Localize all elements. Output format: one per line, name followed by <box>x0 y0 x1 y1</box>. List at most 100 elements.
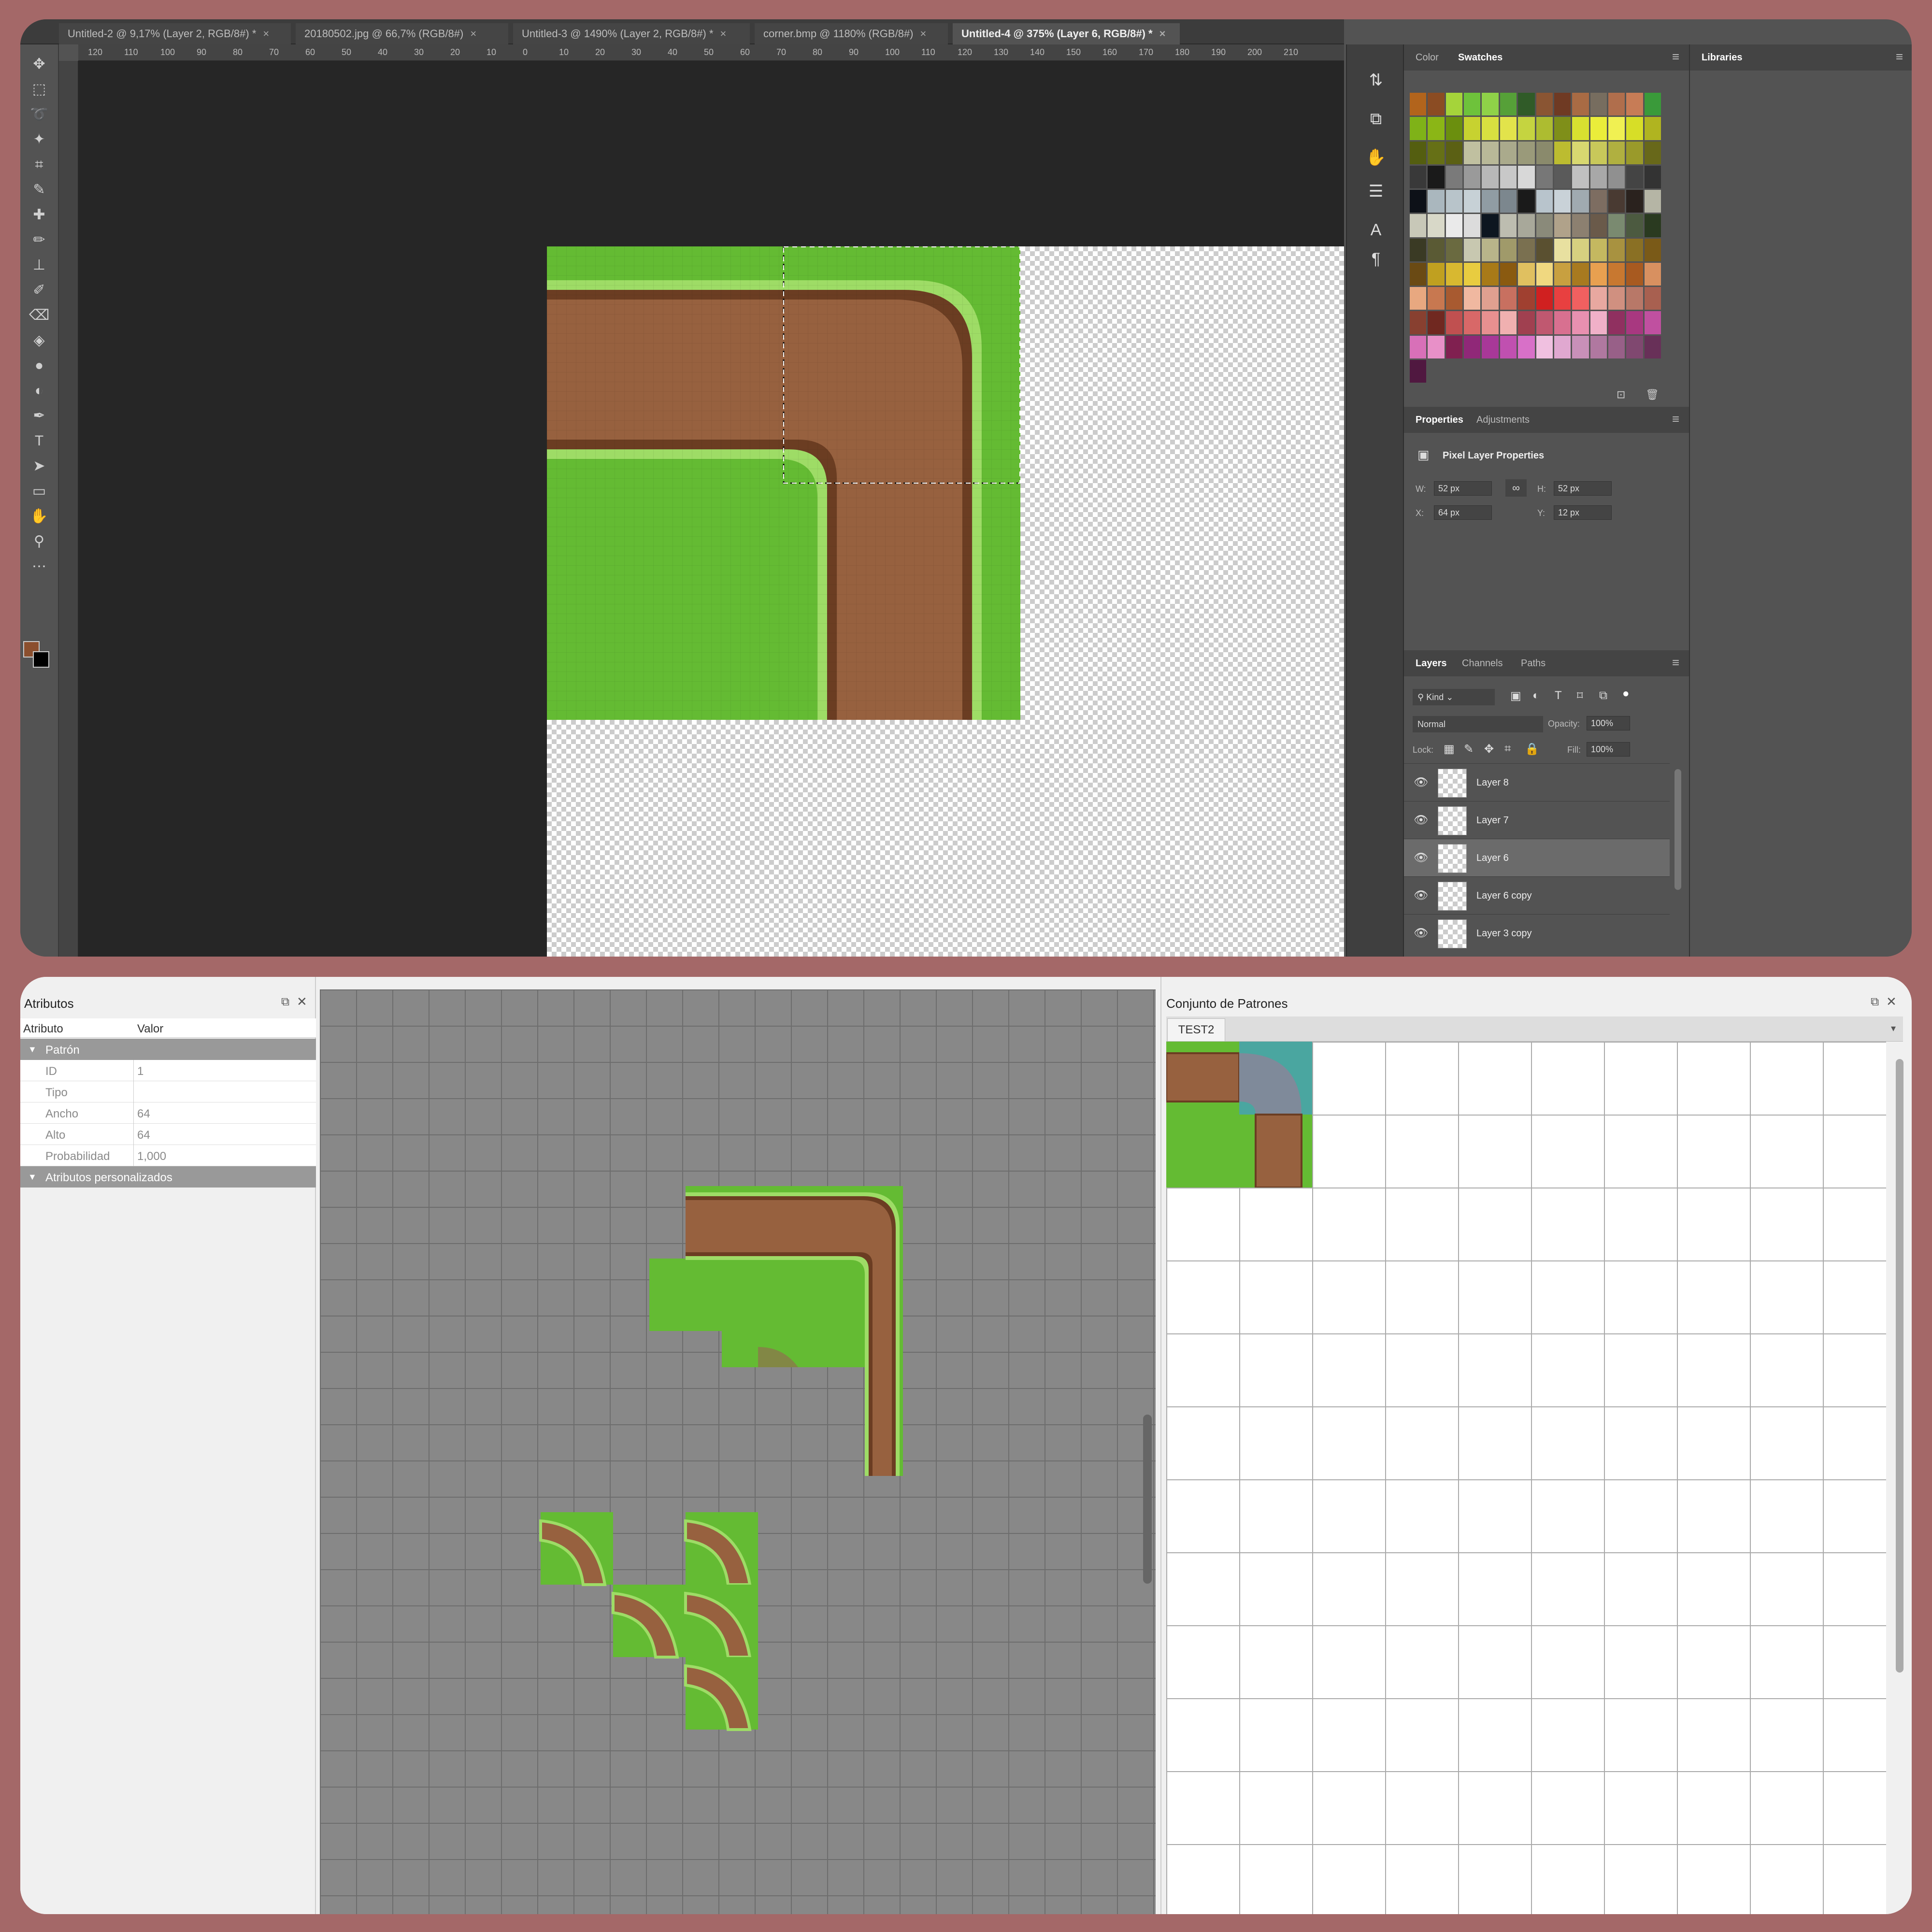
swatch[interactable] <box>1445 141 1463 164</box>
swatch[interactable] <box>1608 117 1625 140</box>
swatch[interactable] <box>1445 311 1463 334</box>
type-icon[interactable]: T <box>29 431 49 451</box>
attribute-value[interactable]: 64 <box>137 1107 150 1121</box>
swatch[interactable] <box>1608 190 1625 213</box>
swatch[interactable] <box>1482 190 1499 213</box>
swatch[interactable] <box>1626 287 1643 310</box>
close-icon[interactable]: ✕ <box>1886 994 1897 1009</box>
swatch[interactable] <box>1464 93 1481 116</box>
document-tab-corner[interactable]: corner.bmp @ 1180% (RGB/8#) × <box>755 23 948 44</box>
swatch[interactable] <box>1626 214 1643 237</box>
link-icon[interactable]: ∞ <box>1505 479 1527 497</box>
tileset-scrollbar[interactable] <box>1896 1059 1903 1673</box>
swatch[interactable] <box>1644 335 1661 358</box>
swatch[interactable] <box>1572 262 1589 286</box>
float-icon[interactable]: ⧉ <box>1871 995 1879 1009</box>
x-field[interactable]: 64 px <box>1434 505 1492 520</box>
swatch[interactable] <box>1445 262 1463 286</box>
swatch[interactable] <box>1500 287 1517 310</box>
filter-shape-icon[interactable]: ⌑ <box>1577 689 1583 703</box>
swatch[interactable] <box>1644 262 1661 286</box>
swatch[interactable] <box>1644 117 1661 140</box>
swatch[interactable] <box>1590 287 1607 310</box>
attribute-row[interactable]: ID 1 <box>20 1060 316 1081</box>
swatch[interactable] <box>1590 262 1607 286</box>
swatch[interactable] <box>1536 190 1553 213</box>
swatch[interactable] <box>1464 165 1481 188</box>
swatch[interactable] <box>1554 238 1571 261</box>
swatch[interactable] <box>1536 262 1553 286</box>
document-tab-untitled-4[interactable]: Untitled-4 @ 375% (Layer 6, RGB/8#) * × <box>953 23 1180 44</box>
swatch[interactable] <box>1554 335 1571 358</box>
swatch[interactable] <box>1626 238 1643 261</box>
swatch[interactable] <box>1445 214 1463 237</box>
collapse-icon[interactable]: ▼ <box>28 1172 37 1182</box>
swatch[interactable] <box>1626 335 1643 358</box>
attribute-value[interactable]: 1,000 <box>137 1150 166 1163</box>
swatch[interactable] <box>1572 190 1589 213</box>
swatch[interactable] <box>1572 141 1589 164</box>
swatch[interactable] <box>1626 93 1643 116</box>
swatch[interactable] <box>1482 311 1499 334</box>
swatch[interactable] <box>1428 165 1445 188</box>
swatch[interactable] <box>1644 141 1661 164</box>
tab-test2[interactable]: TEST2 <box>1167 1018 1225 1042</box>
swatch[interactable] <box>1554 165 1571 188</box>
swatch[interactable] <box>1518 165 1535 188</box>
corner-tile-5[interactable] <box>684 1657 758 1731</box>
corner-tile-4[interactable] <box>684 1585 758 1659</box>
swatch[interactable] <box>1464 238 1481 261</box>
swatch[interactable] <box>1482 287 1499 310</box>
swatch[interactable] <box>1410 214 1427 237</box>
swatch[interactable] <box>1428 93 1445 116</box>
swatch[interactable] <box>1572 287 1589 310</box>
swatch[interactable] <box>1536 141 1553 164</box>
eraser-icon[interactable]: ⌫ <box>29 305 49 326</box>
swatch[interactable] <box>1572 311 1589 334</box>
layers-scrollbar[interactable] <box>1674 769 1681 890</box>
layer-row[interactable]: 👁 Layer 7 <box>1404 801 1670 839</box>
swatch[interactable] <box>1608 141 1625 164</box>
swatch[interactable] <box>1482 262 1499 286</box>
swatch[interactable] <box>1482 238 1499 261</box>
swatch[interactable] <box>1554 287 1571 310</box>
eye-icon[interactable]: 👁 <box>1414 775 1428 789</box>
filter-pixel-icon[interactable]: ▣ <box>1510 689 1521 703</box>
swatch[interactable] <box>1482 214 1499 237</box>
swatch[interactable] <box>1572 238 1589 261</box>
swatch[interactable] <box>1410 287 1427 310</box>
swatch[interactable] <box>1554 311 1571 334</box>
zoom-icon[interactable]: ⚲ <box>29 531 49 552</box>
swatch[interactable] <box>1554 117 1571 140</box>
panel-menu-icon[interactable]: ≡ <box>1672 655 1679 670</box>
attribute-row[interactable]: Probabilidad 1,000 <box>20 1145 316 1166</box>
tab-paths[interactable]: Paths <box>1521 658 1546 669</box>
swatch[interactable] <box>1572 335 1589 358</box>
filter-smart-icon[interactable]: ⧉ <box>1599 689 1607 702</box>
swatch[interactable] <box>1410 359 1427 383</box>
swatch[interactable] <box>1410 262 1427 286</box>
height-field[interactable]: 52 px <box>1554 481 1612 496</box>
road-corner-artwork[interactable] <box>547 246 1020 720</box>
swatch[interactable] <box>1608 93 1625 116</box>
lock-position-icon[interactable]: ✥ <box>1484 742 1494 756</box>
swatch[interactable] <box>1500 141 1517 164</box>
swatch[interactable] <box>1644 93 1661 116</box>
paragraph-icon[interactable]: ¶ <box>1364 247 1388 271</box>
swatch[interactable] <box>1536 311 1553 334</box>
swatch[interactable] <box>1464 214 1481 237</box>
move-icon[interactable]: ✥ <box>29 54 49 74</box>
marquee-icon[interactable]: ⬚ <box>29 79 49 100</box>
swatch[interactable] <box>1428 335 1445 358</box>
more-icon[interactable]: ⋯ <box>29 557 49 577</box>
swatch[interactable] <box>1518 214 1535 237</box>
swatch[interactable] <box>1445 165 1463 188</box>
swatch[interactable] <box>1482 117 1499 140</box>
swatch[interactable] <box>1626 165 1643 188</box>
group-custom-attributes[interactable]: ▼ Atributos personalizados <box>20 1166 316 1188</box>
swatch[interactable] <box>1572 93 1589 116</box>
swatch[interactable] <box>1626 190 1643 213</box>
swatch[interactable] <box>1464 335 1481 358</box>
swatch[interactable] <box>1590 117 1607 140</box>
swatch[interactable] <box>1608 311 1625 334</box>
